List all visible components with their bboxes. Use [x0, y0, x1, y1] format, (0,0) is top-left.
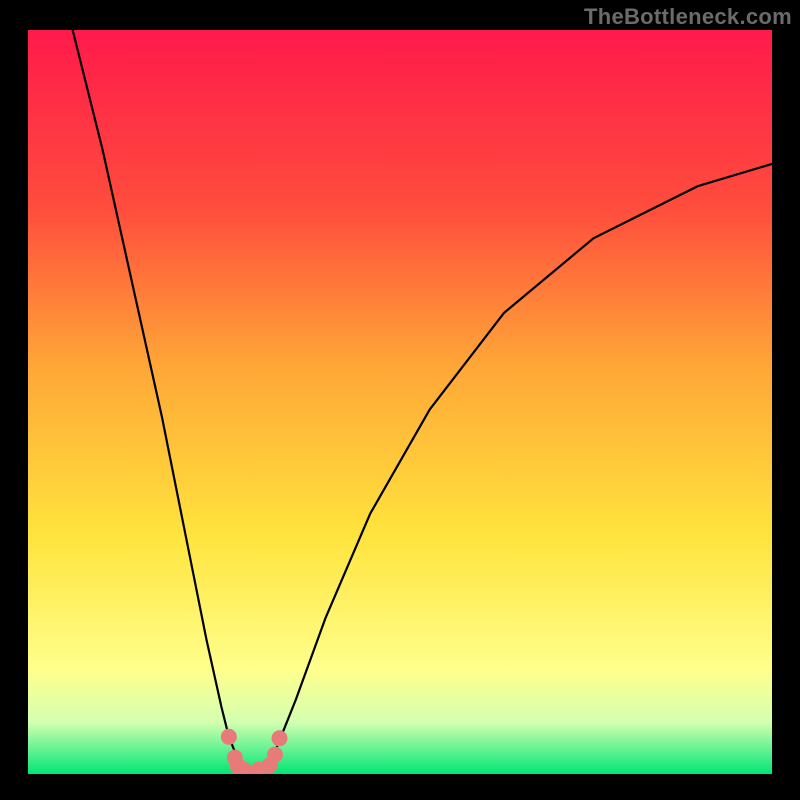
chart-svg [28, 30, 772, 774]
highlight-point [271, 730, 287, 746]
plot-area [28, 30, 772, 774]
highlight-point [221, 729, 237, 745]
highlight-point [267, 747, 283, 763]
gradient-background [28, 30, 772, 774]
watermark-text: TheBottleneck.com [584, 4, 792, 30]
